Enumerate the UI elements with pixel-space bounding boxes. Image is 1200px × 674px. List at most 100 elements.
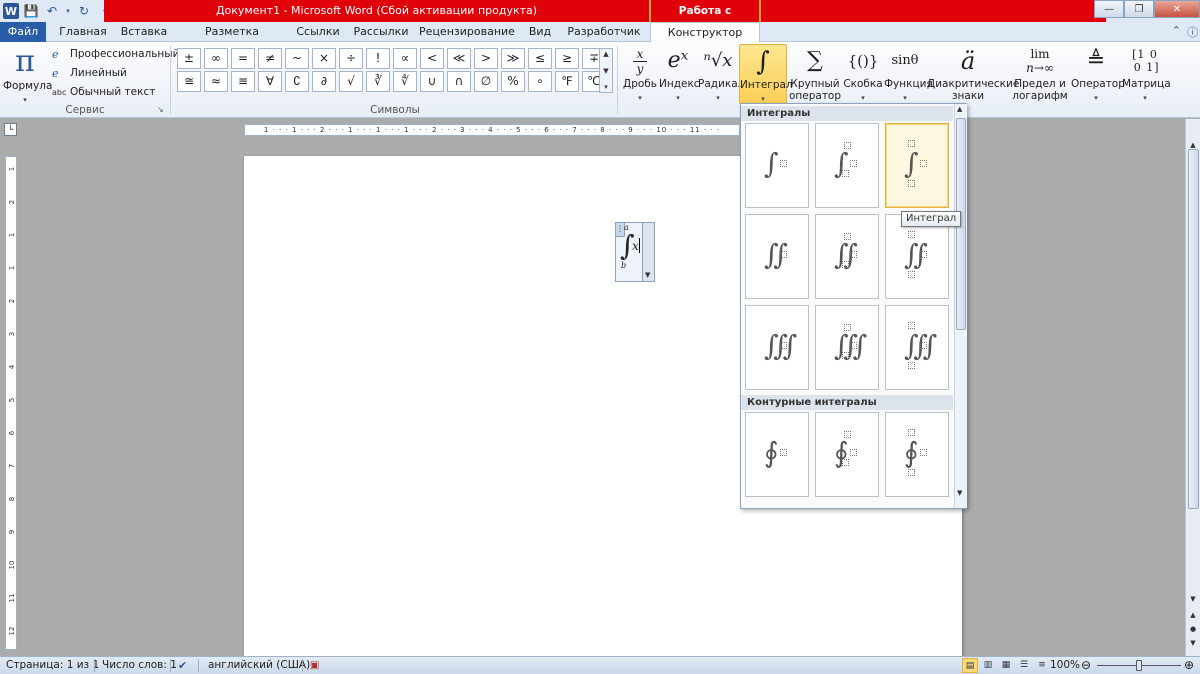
- minimize-button[interactable]: —: [1094, 0, 1124, 18]
- word-app-icon[interactable]: W: [3, 3, 19, 19]
- equation-options-button[interactable]: ▼: [642, 223, 654, 281]
- word-count[interactable]: Число слов: 1: [102, 657, 177, 674]
- scroll-down-icon[interactable]: ▼: [1188, 595, 1198, 603]
- previous-page-icon[interactable]: ▲: [1188, 611, 1198, 619]
- tab-file[interactable]: Файл: [0, 22, 46, 42]
- bracket-button[interactable]: {()} Скобка ▾: [843, 44, 883, 102]
- script-button[interactable]: eˣ Индекс ▾: [659, 44, 700, 102]
- linear-option[interactable]: e Линейный: [52, 64, 127, 82]
- symbol-button[interactable]: ≥: [555, 48, 579, 69]
- symbol-button[interactable]: >: [474, 48, 498, 69]
- symbol-button[interactable]: ≡: [231, 71, 255, 92]
- close-button[interactable]: ✕: [1154, 0, 1200, 18]
- contour-gallery-item[interactable]: ∮: [885, 412, 949, 497]
- symbol-button[interactable]: ∩: [447, 71, 471, 92]
- symbol-button[interactable]: ±: [177, 48, 201, 69]
- symbol-button[interactable]: ∞: [204, 48, 228, 69]
- tab-insert[interactable]: Вставка: [114, 22, 174, 42]
- restore-button[interactable]: ❐: [1124, 0, 1154, 18]
- radical-button[interactable]: ⁿ√x Радикал ▾: [698, 44, 744, 102]
- symbol-button[interactable]: ∀: [258, 71, 282, 92]
- integrals-gallery-item[interactable]: ∬: [745, 214, 809, 299]
- tab-references[interactable]: Ссылки: [290, 22, 346, 42]
- symbol-button[interactable]: ≠: [258, 48, 282, 69]
- symbol-button[interactable]: ≤: [528, 48, 552, 69]
- symbol-button[interactable]: !: [366, 48, 390, 69]
- integrals-gallery-item[interactable]: ∭: [815, 305, 879, 390]
- formula-button[interactable]: π Формула ▾: [3, 44, 52, 104]
- tab-page-layout[interactable]: Разметка страницы: [176, 22, 288, 58]
- minimize-ribbon-icon[interactable]: ⌃: [1172, 24, 1181, 40]
- integrals-gallery-item[interactable]: ∭: [885, 305, 949, 390]
- integrals-gallery-item[interactable]: ∫: [745, 123, 809, 208]
- function-button[interactable]: sinθ Функция ▾: [884, 44, 933, 102]
- gallery-scrollbar[interactable]: ▲ ▼: [954, 104, 967, 508]
- integral-button[interactable]: ∫ Интеграл ▾: [739, 44, 793, 104]
- symbol-button[interactable]: ∝: [393, 48, 417, 69]
- dialog-launcher-icon[interactable]: ↘: [157, 105, 164, 114]
- vertical-scrollbar[interactable]: ▲ ▼ ▲ ● ▼: [1185, 119, 1200, 656]
- integrand[interactable]: x: [632, 239, 639, 253]
- tab-home[interactable]: Главная: [52, 22, 114, 42]
- symbol-button[interactable]: ∜: [393, 71, 417, 92]
- symbol-button[interactable]: ~: [285, 48, 309, 69]
- full-screen-reading-icon[interactable]: ▥: [980, 658, 996, 673]
- outline-view-icon[interactable]: ☰: [1016, 658, 1032, 673]
- undo-icon[interactable]: ↶: [43, 2, 61, 20]
- zoom-slider-thumb[interactable]: [1136, 660, 1142, 671]
- web-layout-icon[interactable]: ▦: [998, 658, 1014, 673]
- more-icon[interactable]: ▾: [604, 83, 608, 91]
- symbol-button[interactable]: ≈: [204, 71, 228, 92]
- accent-button[interactable]: ä Диакритические знаки: [927, 44, 1019, 102]
- equation-object[interactable]: ⋮ a ∫ b x ▼: [615, 222, 655, 282]
- scrollbar-thumb[interactable]: [1188, 149, 1199, 509]
- symbol-button[interactable]: ×: [312, 48, 336, 69]
- help-icon[interactable]: ⓘ: [1187, 24, 1198, 40]
- symbol-button[interactable]: ∪: [420, 71, 444, 92]
- horizontal-ruler[interactable]: 1 · · · 1 · · · 2 · · · 1 · · · 1 · · · …: [244, 124, 740, 136]
- save-icon[interactable]: 💾: [22, 2, 40, 20]
- plain-text-option[interactable]: abc Обычный текст: [52, 83, 155, 101]
- select-browse-object-icon[interactable]: ●: [1188, 625, 1198, 633]
- lower-limit[interactable]: b: [621, 261, 626, 270]
- symbol-button[interactable]: √: [339, 71, 363, 92]
- contour-gallery-item[interactable]: ∮: [745, 412, 809, 497]
- language-indicator[interactable]: английский (США): [208, 657, 310, 674]
- integrals-gallery-item[interactable]: ∬: [815, 214, 879, 299]
- tab-mailings[interactable]: Рассылки: [348, 22, 414, 42]
- matrix-button[interactable]: [1 0 0 1] Матрица ▾: [1122, 44, 1171, 102]
- limit-log-button[interactable]: lim n→∞ Предел и логарифм: [1010, 44, 1070, 102]
- symbol-button[interactable]: ∅: [474, 71, 498, 92]
- scroll-up-icon[interactable]: ▲: [957, 105, 962, 113]
- next-page-icon[interactable]: ▼: [1188, 639, 1198, 647]
- symbol-button[interactable]: ∂: [312, 71, 336, 92]
- zoom-level[interactable]: 100%: [1050, 657, 1080, 674]
- large-operator-button[interactable]: ∑ Крупный оператор: [788, 44, 842, 102]
- zoom-in-icon[interactable]: ⊕: [1184, 657, 1194, 674]
- scroll-down-icon[interactable]: ▼: [603, 67, 608, 75]
- print-layout-view-icon[interactable]: ▤: [962, 658, 978, 673]
- macro-recording-icon[interactable]: ▣: [310, 657, 319, 674]
- fraction-button[interactable]: xy Дробь ▾: [622, 44, 658, 102]
- zoom-out-icon[interactable]: ⊖: [1081, 657, 1091, 674]
- symbol-button[interactable]: ÷: [339, 48, 363, 69]
- tab-view[interactable]: Вид: [520, 22, 560, 42]
- symbol-button[interactable]: <: [420, 48, 444, 69]
- scroll-down-icon[interactable]: ▼: [957, 489, 962, 497]
- redo-icon[interactable]: ↻: [75, 2, 93, 20]
- integrals-gallery-item[interactable]: ∭: [745, 305, 809, 390]
- symbol-button[interactable]: ∛: [366, 71, 390, 92]
- tab-developer[interactable]: Разработчик: [562, 22, 646, 42]
- symbols-scroll[interactable]: ▲ ▼ ▾: [599, 48, 613, 93]
- contour-gallery-item[interactable]: ∮: [815, 412, 879, 497]
- scroll-up-icon[interactable]: ▲: [1188, 141, 1198, 149]
- undo-dropdown-icon[interactable]: ▾: [64, 2, 72, 20]
- tab-review[interactable]: Рецензирование: [416, 22, 518, 42]
- tab-selector-icon[interactable]: └: [4, 123, 17, 136]
- scroll-up-icon[interactable]: ▲: [603, 50, 608, 58]
- draft-view-icon[interactable]: ≡: [1034, 658, 1050, 673]
- proofing-icon[interactable]: ✔: [178, 657, 187, 674]
- page-count[interactable]: Страница: 1 из 1: [6, 657, 99, 674]
- symbol-button[interactable]: ∘: [528, 71, 552, 92]
- symbol-button[interactable]: ≅: [177, 71, 201, 92]
